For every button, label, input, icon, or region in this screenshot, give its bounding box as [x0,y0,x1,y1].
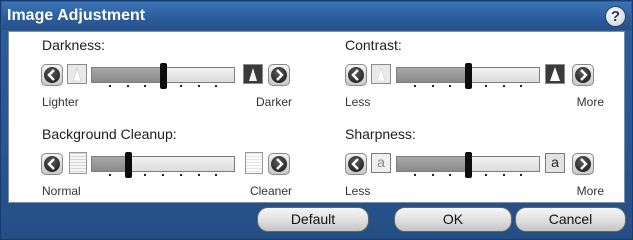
sharpness-decrease-button[interactable] [345,153,367,175]
contrast-decrease-button[interactable] [345,64,367,86]
slider-tick [215,174,218,176]
left-arrow-icon [348,67,364,83]
darkness-max-label: Darker [255,95,292,109]
right-arrow-icon [271,67,287,83]
sharpness-min-label: Less [345,184,371,198]
darkness-label: Darkness: [42,37,106,53]
slider-tick [413,174,416,176]
dark-image-icon [243,64,263,84]
background-cleanup-label: Background Cleanup: [42,126,177,142]
background-cleanup-slider-fill [92,157,128,171]
darkness-decrease-button[interactable] [41,64,63,86]
left-arrow-icon [44,156,60,172]
ok-button[interactable]: OK [394,207,512,232]
right-arrow-icon [271,156,287,172]
background-cleanup-slider-handle[interactable] [124,152,132,178]
sharpness-slider-handle[interactable] [465,152,472,178]
slider-tick [413,85,416,87]
slider-tick [126,85,129,87]
slider-tick [502,174,505,176]
background-cleanup-decrease-button[interactable] [41,153,63,175]
slider-tick [144,174,147,176]
background-cleanup-increase-button[interactable] [268,153,290,175]
slider-tick [502,85,505,87]
background-cleanup-slider[interactable] [91,152,235,178]
slider-tick [108,174,111,176]
low-contrast-image-icon [371,64,391,84]
left-arrow-icon [44,67,60,83]
slider-tick [520,174,523,176]
slider-tick [179,174,182,176]
background-cleanup-min-label: Normal [42,184,81,198]
sharpness-max-label: More [576,184,604,198]
background-cleanup-max-label: Cleaner [249,184,292,198]
slider-tick [108,85,111,87]
slider-tick [144,85,147,87]
slider-tick [197,85,200,87]
contrast-slider[interactable] [396,63,540,89]
normal-background-icon [69,152,87,174]
darkness-slider-fill [92,68,163,82]
slider-tick [431,174,434,176]
adjustment-panel: Darkness: Lighter Darker Contrast: Less … [8,31,625,203]
left-arrow-icon [348,156,364,172]
slider-tick [484,174,487,176]
clean-background-icon [245,152,263,174]
sharpness-label: Sharpness: [345,126,416,142]
darkness-slider[interactable] [91,63,235,89]
contrast-control: Contrast: Less More [345,37,608,109]
contrast-slider-handle[interactable] [465,63,472,89]
slider-tick [179,85,182,87]
soft-letter-icon: a [371,153,391,173]
cancel-button[interactable]: Cancel [515,207,626,232]
contrast-max-label: More [576,95,604,109]
slider-tick [484,85,487,87]
sharpness-increase-button[interactable] [572,153,594,175]
contrast-slider-fill [397,68,468,82]
darkness-control: Darkness: Lighter Darker [41,37,307,109]
sharpness-control: Sharpness: a a Less More [345,126,608,198]
slider-tick [520,85,523,87]
dialog-title: Image Adjustment [7,7,146,24]
slider-tick [162,174,164,176]
sharpness-slider[interactable] [396,152,540,178]
slider-tick [431,85,434,87]
contrast-min-label: Less [345,95,371,109]
help-icon: ? [610,8,621,25]
default-button[interactable]: Default [257,207,369,232]
image-adjustment-dialog: Image Adjustment ? Darkness: Lighter Dar… [0,0,633,240]
contrast-label: Contrast: [345,37,402,53]
right-arrow-icon [575,156,591,172]
slider-tick [449,174,452,176]
help-button[interactable]: ? [605,6,626,27]
darkness-min-label: Lighter [42,95,79,109]
sharp-letter-icon: a [545,153,565,173]
light-image-icon [67,64,87,84]
darkness-slider-handle[interactable] [160,63,167,89]
high-contrast-image-icon [545,64,565,84]
contrast-increase-button[interactable] [572,64,594,86]
right-arrow-icon [575,67,591,83]
background-cleanup-slider-ticks [92,173,234,176]
slider-tick [215,85,218,87]
sharpness-slider-fill [397,157,468,171]
slider-tick [449,85,452,87]
slider-tick [197,174,200,176]
darkness-increase-button[interactable] [268,64,290,86]
title-bar: Image Adjustment ? [2,2,631,30]
background-cleanup-control: Background Cleanup: Normal Cleaner [41,126,307,198]
